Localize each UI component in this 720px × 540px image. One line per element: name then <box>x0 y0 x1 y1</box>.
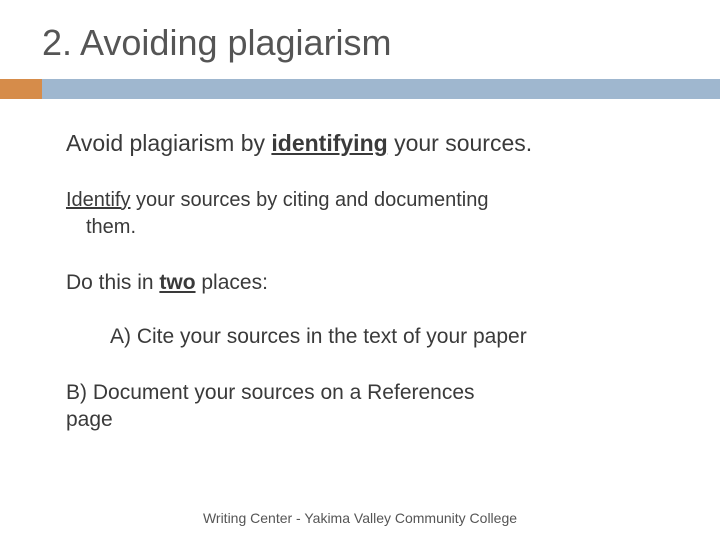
slide-title: 2. Avoiding plagiarism <box>0 22 720 64</box>
emphasis-two: two <box>159 271 195 294</box>
two-places-line: Do this in two places: <box>66 270 670 296</box>
text: places: <box>196 271 268 294</box>
slide: 2. Avoiding plagiarism Avoid plagiarism … <box>0 0 720 540</box>
identify-line-cont: them. <box>66 215 670 240</box>
emphasis-identify: Identify <box>66 189 130 211</box>
intro-line: Avoid plagiarism by identifying your sou… <box>66 129 670 158</box>
list-item-a: A) Cite your sources in the text of your… <box>66 324 670 350</box>
list-letter-a: A) <box>66 325 137 348</box>
divider-main <box>42 79 720 99</box>
text: Avoid plagiarism by <box>66 130 271 156</box>
text: your sources. <box>388 130 532 156</box>
list-item-b-cont: page <box>66 407 670 433</box>
list-text-b: Document your sources on a References <box>93 381 475 404</box>
divider-bar <box>0 79 720 99</box>
list-letter-b: B) <box>66 381 93 404</box>
divider-accent <box>0 79 42 99</box>
text: your sources by citing and documenting <box>130 189 488 211</box>
text: Do this in <box>66 271 159 294</box>
list-text-a: Cite your sources in the text of your pa… <box>137 325 527 348</box>
identify-line: Identify your sources by citing and docu… <box>66 188 670 213</box>
footer: Writing Center - Yakima Valley Community… <box>0 510 720 526</box>
emphasis-identifying: identifying <box>271 130 387 156</box>
list-item-b: B) Document your sources on a References <box>66 380 670 406</box>
slide-content: Avoid plagiarism by identifying your sou… <box>0 129 720 433</box>
